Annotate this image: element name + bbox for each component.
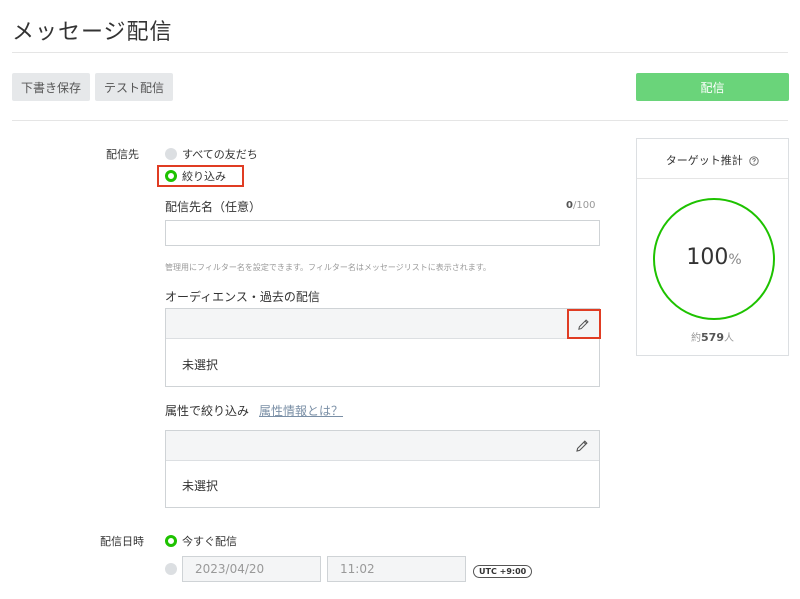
target-estimate-card: ターゲット推計 100% 約579人 [636,138,789,356]
attributes-label: 属性で絞り込み [165,404,250,418]
audience-edit-pencil-icon[interactable] [577,318,590,331]
attributes-panel-header [166,431,599,461]
time-input[interactable]: 11:02 [327,556,466,582]
radio-filter[interactable] [165,170,177,182]
schedule-label: 配信日時 [100,535,144,548]
radio-all-friends[interactable] [165,148,177,160]
target-card-divider [637,178,788,179]
audience-label: オーディエンス・過去の配信 [165,290,320,304]
header-divider [12,52,788,53]
target-percent-ring: 100% [653,198,775,320]
page-title: メッセージ配信 [12,20,173,45]
help-circle-icon[interactable] [749,156,759,166]
target-estimate-title: ターゲット推計 [637,152,788,168]
recipient-name-input[interactable] [165,220,600,246]
radio-send-now[interactable] [165,535,177,547]
recipient-name-help: 管理用にフィルター名を設定できます。フィルター名はメッセージリストに表示されます… [165,263,491,272]
date-input[interactable]: 2023/04/20 [182,556,321,582]
test-send-button[interactable]: テスト配信 [95,73,173,101]
radio-all-friends-label[interactable]: すべての友だち [182,146,258,162]
audience-panel-header [166,309,599,339]
attributes-info-link[interactable]: 属性情報とは？ [259,402,343,419]
toolbar-divider [12,120,788,121]
attributes-edit-pencil-icon[interactable] [575,439,589,453]
attributes-panel: 未選択 [165,430,600,508]
radio-send-now-label[interactable]: 今すぐ配信 [182,533,237,549]
audience-panel: 未選択 [165,308,600,387]
recipient-name-label: 配信先名（任意） [165,200,262,214]
radio-scheduled[interactable] [165,563,177,575]
target-approx-count: 約579人 [691,331,734,344]
timezone-badge: UTC +9:00 [473,565,533,578]
recipient-name-counter: 0/100 [566,200,596,211]
send-button[interactable]: 配信 [636,73,789,101]
save-draft-button[interactable]: 下書き保存 [12,73,90,101]
radio-filter-label[interactable]: 絞り込み [182,168,226,184]
recipients-label: 配信先 [106,148,139,161]
target-percent-value: 100% [686,245,742,270]
audience-value: 未選択 [182,358,219,372]
attributes-value: 未選択 [182,479,219,493]
